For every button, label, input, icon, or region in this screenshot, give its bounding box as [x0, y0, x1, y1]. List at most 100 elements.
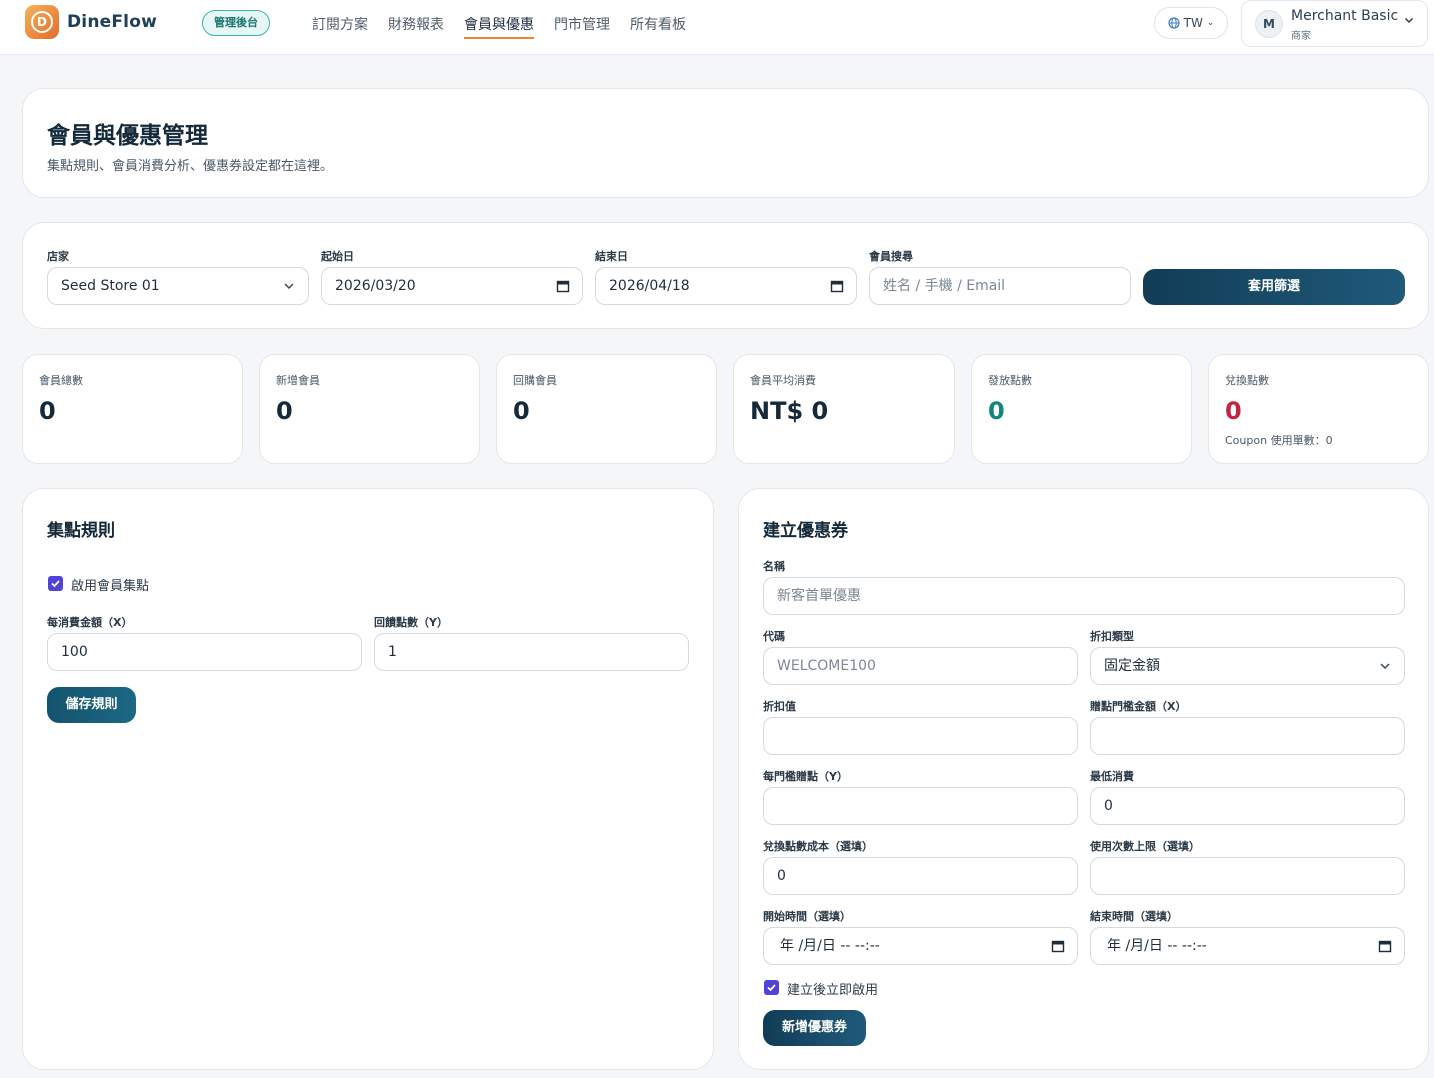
- activate-immediately-label: 建立後立即啟用: [787, 983, 879, 998]
- start-date-label: 起始日: [321, 250, 354, 263]
- usage-limit-input[interactable]: [1090, 857, 1405, 895]
- reward-points-label: 回饋點數（Y）: [374, 616, 448, 629]
- start-time-input[interactable]: 年 /月/日 -- --:--: [763, 927, 1078, 965]
- points-threshold-input[interactable]: [1090, 717, 1405, 755]
- stat-label: 兌換點數: [1225, 374, 1269, 387]
- discount-type-select[interactable]: 固定金額: [1090, 647, 1405, 685]
- globe-icon: [1168, 17, 1180, 29]
- min-spend-input[interactable]: 0: [1090, 787, 1405, 825]
- top-navbar: D DineFlow 管理後台 訂閱方案 財務報表 會員與優惠 門市管理 所有看…: [0, 0, 1434, 55]
- page-title: 會員與優惠管理: [47, 123, 208, 149]
- end-date-value: 2026/04/18: [609, 278, 690, 294]
- enable-points-label: 啟用會員集點: [71, 579, 150, 594]
- language-label: TW: [1183, 16, 1203, 30]
- redeem-cost-label: 兌換點數成本（選填）: [763, 840, 873, 853]
- calendar-icon[interactable]: [1051, 939, 1065, 953]
- member-search-label: 會員搜尋: [869, 250, 913, 263]
- stat-card-points-redeemed: 兌換點數 0 Coupon 使用單數：0: [1208, 354, 1429, 464]
- points-rule-card: 集點規則 啟用會員集點 每消費金額（X） 100 回饋點數（Y） 1 儲存規則: [22, 488, 714, 1070]
- points-per-threshold-label: 每門檻贈點（Y）: [763, 770, 848, 783]
- apply-filter-button[interactable]: 套用篩選: [1143, 269, 1405, 305]
- coupon-usage-count: Coupon 使用單數：0: [1225, 434, 1333, 447]
- end-date-input[interactable]: 2026/04/18: [595, 267, 857, 305]
- check-icon: [51, 580, 60, 588]
- discount-value-label: 折扣值: [763, 700, 796, 713]
- create-coupon-title: 建立優惠券: [763, 521, 848, 541]
- start-time-value: 年 /月/日 -- --:--: [780, 938, 880, 954]
- nav-item-all-boards[interactable]: 所有看板: [630, 14, 686, 39]
- add-coupon-button[interactable]: 新增優惠券: [763, 1010, 866, 1046]
- stat-label: 新增會員: [276, 374, 320, 387]
- discount-type-label: 折扣類型: [1090, 630, 1134, 643]
- stat-label: 會員總數: [39, 374, 83, 387]
- stat-value: 0: [988, 397, 1005, 425]
- nav-item-finance-report[interactable]: 財務報表: [388, 14, 444, 39]
- calendar-icon[interactable]: [556, 279, 570, 293]
- calendar-icon[interactable]: [830, 279, 844, 293]
- stat-value: 0: [513, 397, 530, 425]
- points-rule-title: 集點規則: [47, 521, 115, 541]
- user-menu[interactable]: M Merchant Basic 商家: [1241, 0, 1428, 47]
- create-coupon-card: 建立優惠券 名稱 新客首單優惠 代碼 WELCOME100 折扣類型 固定金額 …: [738, 488, 1429, 1070]
- start-date-input[interactable]: 2026/03/20: [321, 267, 583, 305]
- coupon-name-input[interactable]: 新客首單優惠: [763, 577, 1405, 615]
- start-time-label: 開始時間（選填）: [763, 910, 851, 923]
- nav-item-members-coupons[interactable]: 會員與優惠: [464, 14, 534, 39]
- points-threshold-label: 贈點門檻金額（X）: [1090, 700, 1187, 713]
- stat-value: 0: [39, 397, 56, 425]
- stat-label: 會員平均消費: [750, 374, 816, 387]
- nav-item-subscription[interactable]: 訂閱方案: [312, 14, 368, 39]
- chevron-down-icon: [1404, 17, 1414, 24]
- stat-label: 回購會員: [513, 374, 557, 387]
- save-rule-button[interactable]: 儲存規則: [47, 687, 136, 723]
- coupon-code-input[interactable]: WELCOME100: [763, 647, 1078, 685]
- usage-limit-label: 使用次數上限（選填）: [1090, 840, 1200, 853]
- end-date-label: 結束日: [595, 250, 628, 263]
- avatar: M: [1255, 10, 1283, 38]
- discount-value-input[interactable]: [763, 717, 1078, 755]
- page-header-card: 會員與優惠管理 集點規則、會員消費分析、優惠券設定都在這裡。: [22, 88, 1429, 198]
- min-spend-label: 最低消費: [1090, 770, 1134, 783]
- chevron-down-icon: [1380, 663, 1390, 670]
- store-select[interactable]: Seed Store 01: [47, 267, 309, 305]
- points-per-threshold-input[interactable]: [763, 787, 1078, 825]
- check-icon: [767, 984, 776, 992]
- stat-label: 發放點數: [988, 374, 1032, 387]
- stat-card-returning-members: 回購會員 0: [496, 354, 717, 464]
- stat-card-avg-spend: 會員平均消費 NT$ 0: [733, 354, 955, 464]
- enable-points-checkbox[interactable]: [48, 576, 63, 591]
- end-time-value: 年 /月/日 -- --:--: [1107, 938, 1207, 954]
- stat-value: 0: [1225, 397, 1242, 425]
- redeem-cost-input[interactable]: 0: [763, 857, 1078, 895]
- stat-card-total-members: 會員總數 0: [22, 354, 243, 464]
- end-time-input[interactable]: 年 /月/日 -- --:--: [1090, 927, 1405, 965]
- brand-name: DineFlow: [67, 12, 157, 32]
- calendar-icon[interactable]: [1378, 939, 1392, 953]
- start-date-value: 2026/03/20: [335, 278, 416, 294]
- spend-amount-input[interactable]: 100: [47, 633, 362, 671]
- reward-points-input[interactable]: 1: [374, 633, 689, 671]
- stat-value: NT$ 0: [750, 397, 829, 425]
- chevron-down-icon: [284, 283, 294, 290]
- end-time-label: 結束時間（選填）: [1090, 910, 1178, 923]
- coupon-code-label: 代碼: [763, 630, 785, 643]
- spend-amount-label: 每消費金額（X）: [47, 616, 133, 629]
- stat-value: 0: [276, 397, 293, 425]
- filter-card: 店家 Seed Store 01 起始日 2026/03/20 結束日 2026…: [22, 222, 1429, 329]
- nav-item-store-management[interactable]: 門市管理: [554, 14, 610, 39]
- main-nav: 訂閱方案 財務報表 會員與優惠 門市管理 所有看板: [312, 14, 706, 39]
- member-search-input[interactable]: 姓名 / 手機 / Email: [869, 267, 1131, 305]
- chevron-down-icon: ⌄: [1206, 18, 1215, 28]
- activate-immediately-checkbox[interactable]: [764, 980, 779, 995]
- store-label: 店家: [47, 250, 69, 263]
- stat-card-points-issued: 發放點數 0: [971, 354, 1192, 464]
- language-selector[interactable]: TW ⌄: [1154, 7, 1228, 39]
- brand-logo[interactable]: D DineFlow: [25, 5, 157, 39]
- page-subtitle: 集點規則、會員消費分析、優惠券設定都在這裡。: [47, 159, 334, 174]
- user-name: Merchant Basic: [1291, 8, 1399, 24]
- store-select-value: Seed Store 01: [61, 278, 160, 294]
- coupon-name-label: 名稱: [763, 560, 785, 573]
- stat-card-new-members: 新增會員 0: [259, 354, 480, 464]
- dineflow-logo-icon: D: [25, 5, 59, 39]
- discount-type-value: 固定金額: [1104, 658, 1160, 674]
